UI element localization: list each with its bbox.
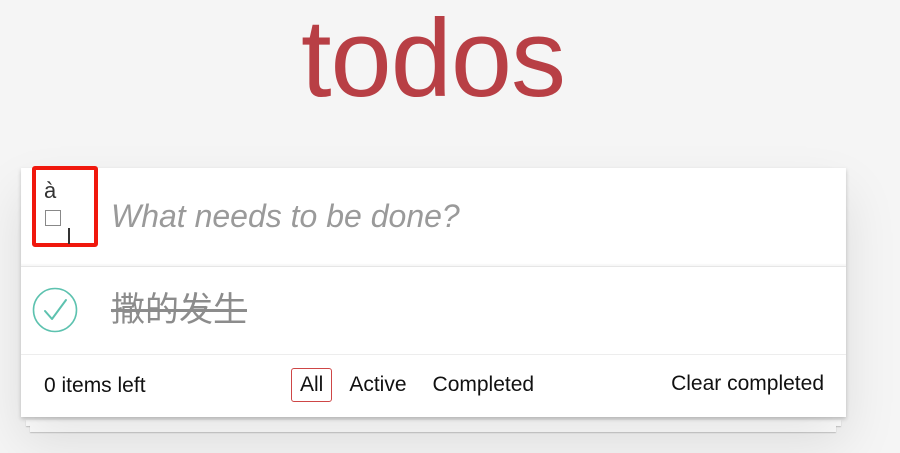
todo-footer: 0 items left All Active Completed Clear … (21, 355, 846, 417)
filter-completed[interactable]: Completed (424, 368, 544, 402)
todo-count: 0 items left (44, 374, 146, 397)
new-todo-input[interactable] (111, 188, 831, 244)
todo-header: à (21, 166, 846, 267)
todo-item: 撒的发生 (21, 266, 846, 355)
clear-completed-button[interactable]: Clear completed (671, 372, 824, 396)
toggle-all-box-icon (45, 210, 61, 226)
todo-label[interactable]: 撒的发生 (111, 290, 247, 331)
app-title: todos (300, 0, 566, 120)
toggle-all-glyph: à (44, 178, 57, 203)
check-circle-icon[interactable] (32, 287, 78, 333)
text-caret-icon (68, 228, 70, 244)
filter-active[interactable]: Active (340, 368, 415, 402)
filters: All Active Completed (291, 368, 549, 402)
toggle-all-icon[interactable]: à (32, 166, 98, 247)
filter-all[interactable]: All (291, 368, 333, 402)
todo-app: à 撒的发生 0 items left All Active Completed… (21, 166, 846, 417)
list-shadow-layer (30, 425, 836, 432)
